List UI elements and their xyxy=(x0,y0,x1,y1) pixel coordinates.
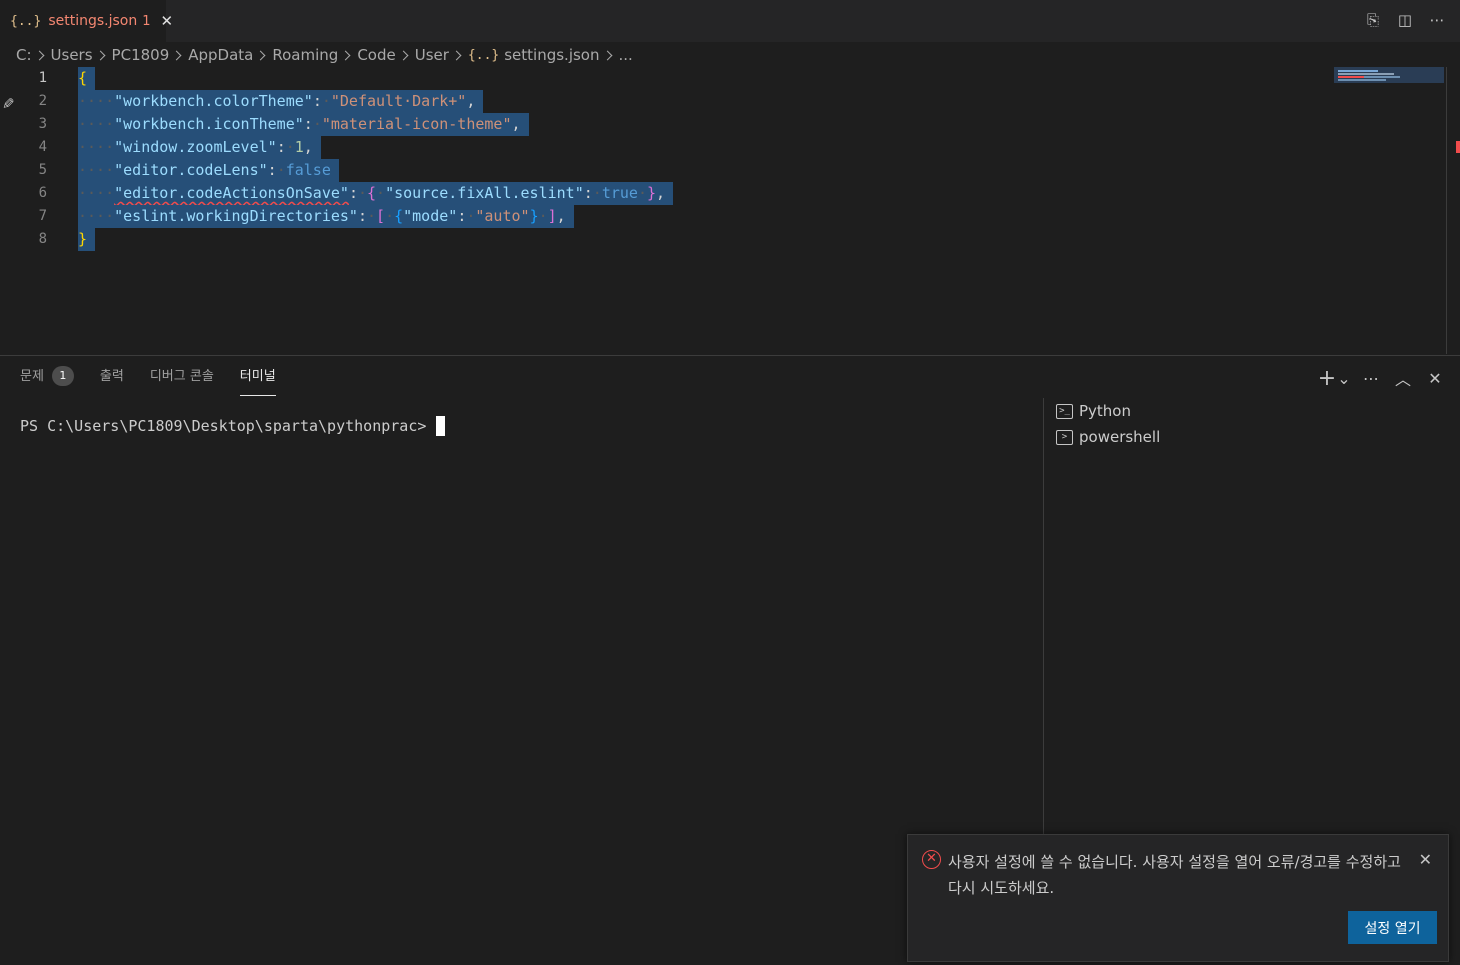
chevron-right-icon xyxy=(398,50,409,60)
code-line: ····"eslint.workingDirectories":·[·{"mod… xyxy=(78,205,574,228)
panel-tabs: 문제 1 출력 디버그 콘솔 터미널 xyxy=(20,366,302,396)
breadcrumb-file[interactable]: settings.json xyxy=(504,46,599,64)
tab-output[interactable]: 출력 xyxy=(100,366,124,396)
tab-problem-count: 1 xyxy=(142,13,151,29)
error-icon: ✕ xyxy=(922,850,941,869)
notification-message: 사용자 설정에 쓸 수 없습니다. 사용자 설정을 열어 오류/경고를 수정하고… xyxy=(948,853,1401,897)
close-panel-icon[interactable]: ✕ xyxy=(1424,366,1446,390)
close-icon[interactable]: ✕ xyxy=(161,12,174,30)
breadcrumb-item[interactable]: PC1809 xyxy=(112,46,170,64)
line-number: 3 xyxy=(38,116,47,132)
terminal-prompt: PS C:\Users\PC1809\Desktop\sparta\python… xyxy=(20,417,427,435)
line-number: 7 xyxy=(38,208,47,224)
chevron-right-icon xyxy=(255,50,266,60)
breadcrumb-item[interactable]: Users xyxy=(51,46,93,64)
chevron-right-icon xyxy=(451,50,462,60)
editor-tab-bar: {..} settings.json 1 ✕ ⎘ ◫ ⋯ xyxy=(0,0,1460,42)
minimap[interactable] xyxy=(1334,67,1444,83)
split-editor-icon[interactable]: ◫ xyxy=(1394,8,1416,32)
breadcrumb-item[interactable]: Code xyxy=(357,46,395,64)
line-number: 5 xyxy=(38,162,47,178)
code-line: { xyxy=(78,67,96,90)
chevron-right-icon xyxy=(34,50,44,60)
chevron-right-icon xyxy=(95,50,105,60)
chevron-down-icon[interactable]: ⌄ xyxy=(1337,366,1350,390)
terminal-icon: >_ xyxy=(1056,403,1073,419)
maximize-panel-icon[interactable]: ︿ xyxy=(1392,366,1414,390)
tab-terminal[interactable]: 터미널 xyxy=(239,366,276,396)
tab-label: settings.json xyxy=(48,13,138,29)
line-number: 8 xyxy=(38,231,47,247)
line-number: 6 xyxy=(38,185,47,201)
code-line: ····"window.zoomLevel":·1, xyxy=(78,136,321,159)
code-line: } xyxy=(78,228,96,251)
code-line: ····"workbench.colorTheme":·"Default·Dar… xyxy=(78,90,484,113)
terminal-list: >_ Python > powershell xyxy=(1043,398,1460,834)
code-line: ····"editor.codeActionsOnSave":·{·"sourc… xyxy=(78,182,674,205)
new-terminal-icon[interactable]: + xyxy=(1318,366,1336,391)
overview-ruler-error-marker xyxy=(1456,141,1460,153)
terminal-icon: > xyxy=(1056,429,1073,445)
tab-settings-json[interactable]: {..} settings.json 1 ✕ xyxy=(0,0,173,42)
open-changes-icon[interactable]: ⎘ xyxy=(1362,8,1384,32)
terminal-output[interactable]: PS C:\Users\PC1809\Desktop\sparta\python… xyxy=(20,416,446,436)
breadcrumb-item[interactable]: AppData xyxy=(188,46,253,64)
editor-actions: ⎘ ◫ ⋯ xyxy=(1362,8,1448,32)
problems-count-badge: 1 xyxy=(51,366,74,386)
code-line: ····"editor.codeLens":·false xyxy=(78,159,339,182)
chevron-right-icon xyxy=(340,50,351,60)
breadcrumb-item[interactable]: C: xyxy=(16,46,32,64)
code-line: ····"workbench.iconTheme":·"material-ico… xyxy=(78,113,529,136)
json-file-icon: {..} xyxy=(467,47,500,63)
error-notification: ✕ 사용자 설정에 쓸 수 없습니다. 사용자 설정을 열어 오류/경고를 수정… xyxy=(907,834,1449,962)
editor-scrollbar[interactable] xyxy=(1446,67,1447,354)
pencil-icon: ✎ xyxy=(2,95,15,113)
tab-problems[interactable]: 문제 1 xyxy=(20,366,74,396)
breadcrumb: C: Users PC1809 AppData Roaming Code Use… xyxy=(16,44,633,66)
terminal-list-item[interactable]: > powershell xyxy=(1044,424,1460,450)
error-squiggle[interactable]: "editor.codeActionsOnSave" xyxy=(114,184,349,202)
panel-actions: + ⌄ ⋯ ︿ ✕ xyxy=(1318,366,1446,391)
breadcrumb-item[interactable]: Roaming xyxy=(272,46,338,64)
terminal-list-item[interactable]: >_ Python xyxy=(1044,398,1460,424)
chevron-right-icon xyxy=(171,50,182,60)
terminal-cursor xyxy=(436,416,446,436)
line-number: 4 xyxy=(38,139,47,155)
chevron-right-icon xyxy=(602,50,612,60)
close-icon[interactable]: ✕ xyxy=(1419,850,1432,869)
open-settings-button[interactable]: 설정 열기 xyxy=(1348,911,1437,944)
line-number: 1 xyxy=(38,70,47,86)
breadcrumb-symbols[interactable]: ... xyxy=(619,46,633,64)
more-actions-icon[interactable]: ⋯ xyxy=(1360,366,1382,390)
tab-debug-console[interactable]: 디버그 콘솔 xyxy=(150,366,214,396)
json-file-icon: {..} xyxy=(10,13,42,29)
breadcrumb-item[interactable]: User xyxy=(415,46,449,64)
code-editor[interactable]: 1 2 3 4 5 6 7 8 ✎ { ····"workbench.color… xyxy=(0,67,1460,354)
more-actions-icon[interactable]: ⋯ xyxy=(1426,8,1448,32)
